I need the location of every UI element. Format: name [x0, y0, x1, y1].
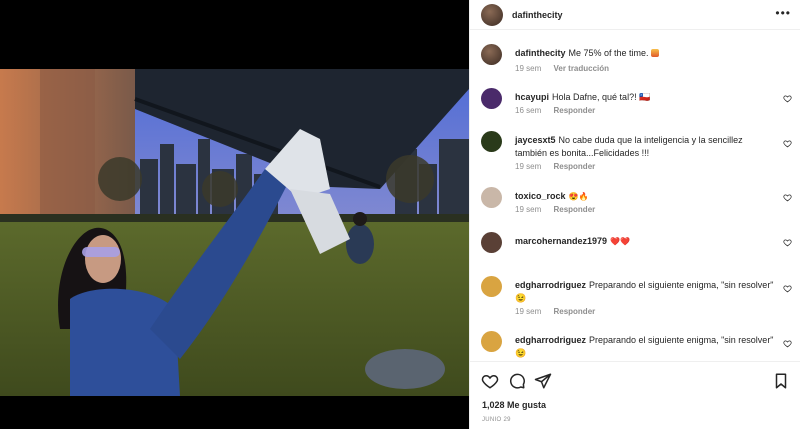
comment-avatar[interactable]	[481, 88, 502, 109]
caption-text: dafinthecity Me 75% of the time.	[515, 47, 775, 60]
comment-avatar[interactable]	[481, 131, 502, 152]
post-date: JUNIO 29	[482, 417, 511, 423]
comment-username[interactable]: marcohernandez1979	[515, 236, 607, 246]
reply-link[interactable]: Responder	[553, 162, 595, 171]
reply-link[interactable]: Responder	[553, 205, 595, 214]
sunset-emoji-icon	[651, 49, 660, 57]
caption-body: Me 75% of the time.	[568, 48, 649, 58]
comments-list[interactable]: dafinthecity Me 75% of the time. 19 sem V…	[470, 30, 800, 360]
comment-avatar[interactable]	[481, 331, 502, 352]
comment-time: 19 sem	[515, 205, 542, 214]
likes-count[interactable]: 1,028 Me gusta	[482, 400, 546, 410]
comment-time: 19 sem	[515, 162, 542, 171]
comment-meta: 19 sem Responder	[515, 205, 605, 214]
instagram-post-view: dafinthecity ••• dafinthecity Me 75% of t…	[0, 0, 800, 429]
comment-text: jaycesxt5 No cabe duda que la inteligenci…	[515, 134, 775, 160]
caption-meta: 19 sem Ver traducción	[515, 64, 619, 73]
post-media[interactable]	[0, 0, 469, 429]
like-comment-heart-icon[interactable]	[783, 193, 792, 202]
comment-avatar[interactable]	[481, 187, 502, 208]
comment-text: edgharrodriguez Preparando el siguiente e…	[515, 334, 775, 360]
comment-meta: 19 sem Responder	[515, 307, 605, 316]
comment-text: hcayupi Hola Dafne, qué tal?! 🇨🇱	[515, 91, 775, 104]
author-username[interactable]: dafinthecity	[512, 10, 563, 20]
comment-text: edgharrodriguez Preparando el siguiente e…	[515, 279, 775, 305]
comment-time: 19 sem	[515, 307, 542, 316]
reply-link[interactable]: Responder	[553, 307, 595, 316]
comment-meta: 19 sem Responder	[515, 162, 605, 171]
comment-username[interactable]: jaycesxt5	[515, 135, 556, 145]
comment-text: toxico_rock 😍🔥	[515, 190, 775, 203]
like-comment-heart-icon[interactable]	[783, 139, 792, 148]
comment-body: ❤️❤️	[610, 237, 630, 246]
caption-avatar[interactable]	[481, 44, 502, 65]
post-photo	[0, 69, 469, 396]
like-comment-heart-icon[interactable]	[783, 339, 792, 348]
comment-avatar[interactable]	[481, 276, 502, 297]
author-avatar[interactable]	[481, 4, 503, 26]
post-header: dafinthecity •••	[470, 0, 800, 30]
reply-link[interactable]: Responder	[553, 106, 595, 115]
more-options-icon[interactable]: •••	[775, 6, 791, 20]
translate-link[interactable]: Ver traducción	[553, 64, 609, 73]
caption-time: 19 sem	[515, 64, 542, 73]
comment-time: 16 sem	[515, 106, 542, 115]
comment-username[interactable]: edgharrodriguez	[515, 335, 586, 345]
comment-avatar[interactable]	[481, 232, 502, 253]
share-plane-icon[interactable]	[534, 372, 552, 390]
comment-bubble-icon[interactable]	[508, 372, 526, 390]
like-comment-heart-icon[interactable]	[783, 238, 792, 247]
bookmark-icon[interactable]	[772, 372, 790, 390]
comment-body: Hola Dafne, qué tal?! 🇨🇱	[552, 92, 651, 102]
like-comment-heart-icon[interactable]	[783, 94, 792, 103]
comment-body: 😍🔥	[568, 192, 589, 201]
comment-username[interactable]: toxico_rock	[515, 191, 566, 201]
comment-text: marcohernandez1979 ❤️❤️	[515, 235, 775, 248]
comment-username[interactable]: edgharrodriguez	[515, 280, 586, 290]
post-panel: dafinthecity ••• dafinthecity Me 75% of t…	[469, 0, 800, 429]
photo-image	[0, 69, 469, 396]
comment-meta: 16 sem Responder	[515, 106, 605, 115]
like-heart-icon[interactable]	[481, 372, 499, 390]
caption-username[interactable]: dafinthecity	[515, 48, 566, 58]
like-comment-heart-icon[interactable]	[783, 284, 792, 293]
post-actions: 1,028 Me gusta JUNIO 29	[470, 361, 800, 429]
comment-username[interactable]: hcayupi	[515, 92, 549, 102]
